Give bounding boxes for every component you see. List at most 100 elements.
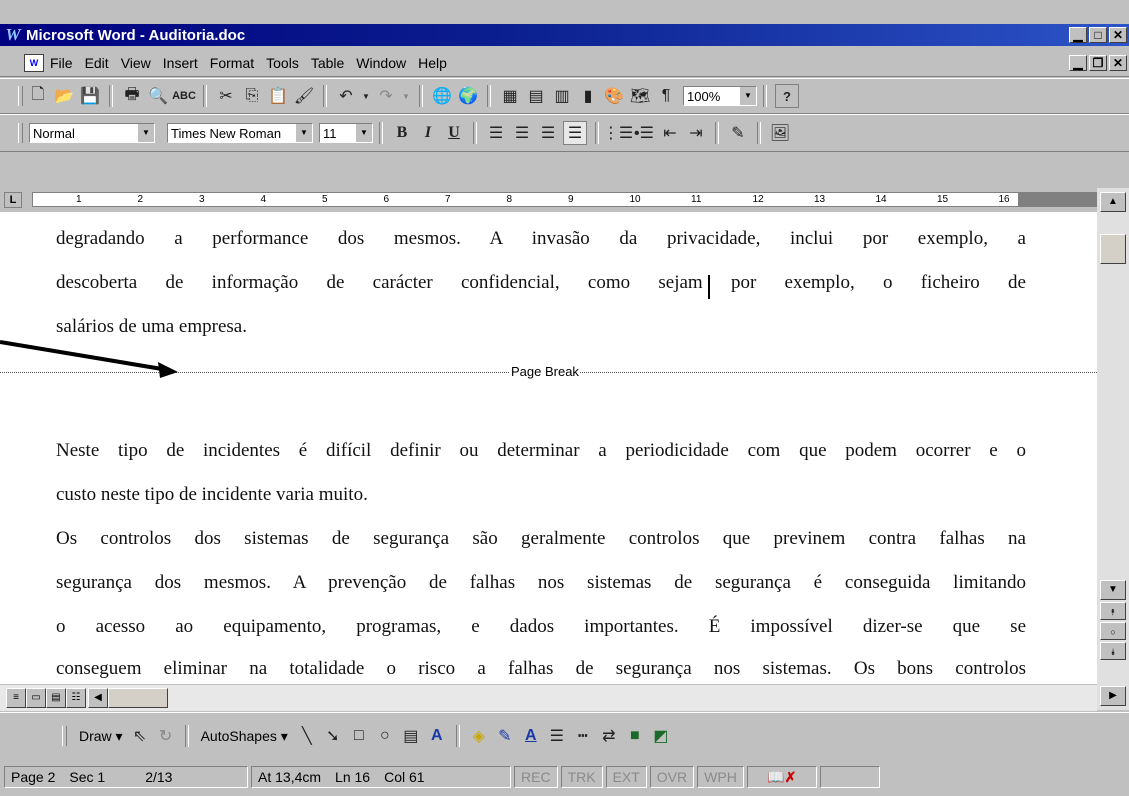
status-rec[interactable]: REC [514, 766, 558, 788]
normal-view-icon[interactable]: ≡ [6, 688, 26, 708]
scroll-right-icon[interactable]: ▶ [1100, 686, 1126, 706]
chevron-down-icon[interactable]: ▼ [295, 124, 312, 142]
doc-minimize-button[interactable]: ▁ [1069, 55, 1087, 71]
status-ext[interactable]: EXT [605, 766, 647, 788]
font-color-icon[interactable]: A [520, 725, 542, 747]
menu-view[interactable]: View [121, 55, 151, 71]
redo-dropdown-icon[interactable]: ▼ [401, 85, 411, 107]
scroll-down-icon[interactable]: ▼ [1100, 580, 1126, 600]
font-size-select[interactable]: 11 ▼ [319, 123, 373, 143]
paste-icon[interactable]: 📋 [267, 85, 289, 107]
menu-tools[interactable]: Tools [266, 55, 299, 71]
insert-excel-icon[interactable]: ▥ [551, 85, 573, 107]
print-preview-icon[interactable]: 🔍 [147, 85, 169, 107]
help-icon[interactable]: ? [775, 84, 799, 108]
rectangle-icon[interactable]: □ [348, 725, 370, 747]
chevron-down-icon[interactable]: ▼ [137, 124, 154, 142]
menu-file[interactable]: File [50, 55, 73, 71]
select-objects-icon[interactable]: ⇖ [129, 725, 151, 747]
undo-dropdown-icon[interactable]: ▼ [361, 85, 371, 107]
format-painter-icon[interactable]: 🖌 [293, 85, 315, 107]
bullets-icon[interactable]: •☰ [633, 122, 655, 144]
document-icon[interactable]: W [24, 54, 44, 72]
3d-icon[interactable]: ◩ [650, 725, 672, 747]
scroll-thumb[interactable] [1100, 234, 1126, 264]
chevron-down-icon[interactable]: ▼ [355, 124, 372, 142]
close-button[interactable]: ✕ [1109, 27, 1127, 43]
draw-menu-button[interactable]: Draw ▾ [79, 728, 123, 745]
scroll-left-icon[interactable]: ◀ [88, 688, 108, 708]
status-trk[interactable]: TRK [560, 766, 603, 788]
menu-window[interactable]: Window [356, 55, 406, 71]
scroll-up-icon[interactable]: ▲ [1100, 192, 1126, 212]
shadow-icon[interactable]: ■ [624, 725, 646, 747]
autoshapes-menu-button[interactable]: AutoShapes ▾ [201, 728, 288, 745]
spelling-status-icon[interactable]: 📖 ✗ [746, 766, 817, 788]
align-center-icon[interactable]: ☰ [511, 122, 533, 144]
columns-icon[interactable]: ▮ [577, 85, 599, 107]
align-left-icon[interactable]: ☰ [485, 122, 507, 144]
cut-icon[interactable]: ✂ [215, 85, 237, 107]
increase-indent-icon[interactable]: ⇥ [685, 122, 707, 144]
hyperlink-icon[interactable]: 🌐 [431, 85, 453, 107]
drawing-icon[interactable]: 🎨 [603, 85, 625, 107]
document-map-icon[interactable]: 🗺 [629, 85, 651, 107]
document-area[interactable]: degradando a performance dos mesmos. A i… [0, 212, 1097, 684]
select-browse-object-icon[interactable]: ○ [1100, 622, 1126, 640]
line-color-icon[interactable]: ✎ [494, 725, 516, 747]
line-icon[interactable]: ╲ [296, 725, 318, 747]
save-icon[interactable]: 💾 [79, 85, 101, 107]
maximize-button[interactable]: □ [1089, 27, 1107, 43]
status-ovr[interactable]: OVR [649, 766, 695, 788]
doc-close-button[interactable]: ✕ [1109, 55, 1127, 71]
decrease-indent-icon[interactable]: ⇤ [659, 122, 681, 144]
outline-view-icon[interactable]: ☷ [66, 688, 86, 708]
wordart-icon[interactable]: A [426, 725, 448, 747]
align-right-icon[interactable]: ☰ [537, 122, 559, 144]
menu-help[interactable]: Help [418, 55, 447, 71]
next-page-icon[interactable]: ⯯ [1100, 642, 1126, 660]
print-layout-icon[interactable]: ▤ [46, 688, 66, 708]
tables-borders-icon[interactable]: ▦ [499, 85, 521, 107]
insert-picture-icon[interactable]: 🖼 [769, 122, 791, 144]
show-hide-icon[interactable]: ¶ [655, 85, 677, 107]
zoom-select[interactable]: 100% ▼ [683, 86, 757, 106]
arrow-style-icon[interactable]: ⇄ [598, 725, 620, 747]
doc-restore-button[interactable]: ❐ [1089, 55, 1107, 71]
dash-style-icon[interactable]: ┅ [572, 725, 594, 747]
underline-button[interactable]: U [443, 122, 465, 144]
previous-page-icon[interactable]: ⯭ [1100, 602, 1126, 620]
spelling-icon[interactable]: ABC [172, 85, 196, 107]
chevron-down-icon[interactable]: ▼ [739, 87, 756, 105]
menu-table[interactable]: Table [311, 55, 344, 71]
tab-selector[interactable]: L [4, 192, 22, 208]
numbering-icon[interactable]: ⋮☰ [603, 122, 633, 144]
style-select[interactable]: Normal ▼ [29, 123, 155, 143]
redo-icon[interactable]: ↷ [375, 85, 397, 107]
horizontal-scrollbar[interactable]: ≡ ▭ ▤ ☷ ◀ [0, 684, 1097, 711]
font-select[interactable]: Times New Roman ▼ [167, 123, 313, 143]
line-style-icon[interactable]: ☰ [546, 725, 568, 747]
menu-edit[interactable]: Edit [85, 55, 109, 71]
new-document-icon[interactable]: 🗋 [27, 85, 49, 107]
oval-icon[interactable]: ○ [374, 725, 396, 747]
menu-format[interactable]: Format [210, 55, 254, 71]
open-folder-icon[interactable]: 📂 [53, 85, 75, 107]
italic-button[interactable]: I [417, 122, 439, 144]
status-wph[interactable]: WPH [697, 766, 744, 788]
web-layout-icon[interactable]: ▭ [26, 688, 46, 708]
menu-insert[interactable]: Insert [163, 55, 198, 71]
bold-button[interactable]: B [391, 122, 413, 144]
minimize-button[interactable]: ▁ [1069, 27, 1087, 43]
free-rotate-icon[interactable]: ↻ [155, 725, 177, 747]
vertical-scrollbar[interactable]: ▲ ▼ ⯭ ○ ⯯ ▶ [1097, 188, 1129, 710]
print-icon[interactable]: 🖶 [121, 85, 143, 107]
arrow-icon[interactable]: ➘ [322, 725, 344, 747]
justify-icon[interactable]: ☰ [563, 121, 587, 145]
text-box-icon[interactable]: ▤ [400, 725, 422, 747]
highlight-icon[interactable]: ✎ [727, 122, 749, 144]
undo-icon[interactable]: ↶ [335, 85, 357, 107]
horizontal-thumb[interactable] [108, 688, 168, 708]
copy-icon[interactable]: ⎘ [241, 85, 263, 107]
web-toolbar-icon[interactable]: 🌍 [457, 85, 479, 107]
